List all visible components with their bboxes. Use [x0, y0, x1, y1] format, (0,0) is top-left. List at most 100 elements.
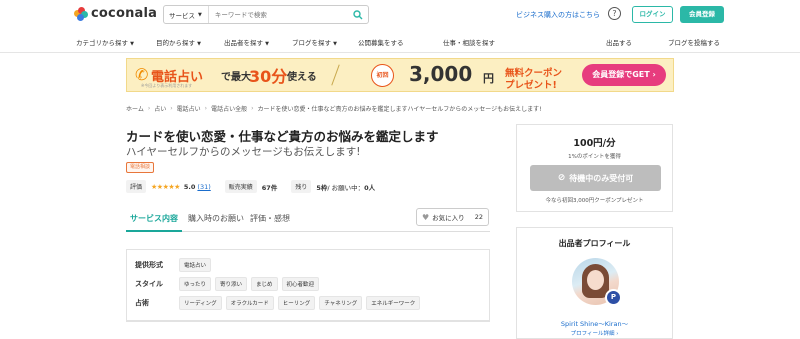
- favorite-button[interactable]: ♥ お気に入り 22: [416, 208, 489, 226]
- spec-row-method: 占術 リーディング オラクルカード ヒーリング チャネリング エネルギーワーク: [135, 296, 424, 310]
- chevron-down-icon: ▼: [265, 41, 269, 47]
- search-category-label: サービス: [169, 11, 195, 20]
- spec-chip: まじめ: [251, 277, 278, 291]
- favorite-label: お気に入り: [432, 214, 465, 222]
- spec-chip: 初心者歓迎: [281, 277, 320, 291]
- spec-label: 占術: [135, 299, 149, 307]
- rating-value: 5.0: [183, 182, 196, 191]
- spec-chip: リーディング: [179, 296, 222, 310]
- nav-item-sell[interactable]: 出品する: [606, 37, 632, 47]
- logo-text: coconala: [91, 6, 158, 21]
- search-category-select[interactable]: サービス ▼: [164, 6, 209, 23]
- search-icon: [353, 9, 363, 19]
- remaining-slots: 5枠: [316, 183, 328, 192]
- nav-label: ブログを探す: [292, 39, 331, 47]
- search-bar: サービス ▼: [163, 5, 369, 24]
- spec-label: 提供形式: [135, 261, 163, 269]
- profile-details-link[interactable]: プロフィール詳細 ›: [517, 329, 672, 337]
- chevron-right-icon: ›: [251, 105, 254, 112]
- chevron-right-icon: ›: [147, 105, 151, 112]
- chevron-right-icon: ›: [204, 105, 208, 112]
- waiting-count: 0人: [364, 183, 376, 192]
- heart-icon: ♥: [422, 212, 430, 222]
- avatar-face: [587, 270, 604, 290]
- logo[interactable]: coconala: [74, 6, 157, 21]
- breadcrumb: ホーム › 占い › 電話占い › 電話占い全般 › カードを使い恋愛・仕事など…: [126, 104, 542, 113]
- page-subtitle: ハイヤーセルフからのメッセージもお伝えします!: [126, 146, 361, 158]
- nav-item-blog[interactable]: ブログを探す ▼: [292, 37, 337, 47]
- spec-chip: エネルギーワーク: [366, 296, 421, 310]
- nav-label: カテゴリから探す: [76, 39, 128, 47]
- nav-item-public-request[interactable]: 公開募集をする: [358, 37, 404, 47]
- spec-label: スタイル: [135, 280, 163, 288]
- top-header: coconala サービス ▼ ビジネス購入の方はこちら ? ログイン 会員登録: [0, 0, 800, 30]
- banner-headline-2: で最大: [221, 72, 251, 83]
- tab-service-details[interactable]: サービス内容: [130, 213, 178, 224]
- chevron-down-icon: ▼: [333, 41, 337, 47]
- spec-chip: ゆったり: [179, 277, 212, 291]
- banner-coupon-line2: プレゼント!: [505, 80, 557, 91]
- breadcrumb-item[interactable]: ホーム: [126, 104, 144, 113]
- banner-yen: 円: [483, 72, 494, 85]
- block-icon: ⊘: [557, 173, 566, 183]
- chevron-down-icon: ▼: [130, 41, 134, 47]
- spec-chip: 寄り添い: [215, 277, 248, 291]
- sales-count: 67件: [261, 183, 278, 192]
- tab-purchase-notes[interactable]: 購入時のお願い: [188, 213, 244, 224]
- signup-button[interactable]: 会員登録: [680, 6, 724, 23]
- login-button[interactable]: ログイン: [632, 6, 673, 23]
- seller-name[interactable]: Spirit Shine〜Kiran〜: [517, 318, 672, 328]
- sales-label: 販売実績: [224, 180, 257, 193]
- banner-cta-button[interactable]: 会員登録でGET ›: [582, 64, 666, 86]
- main-nav: カテゴリから探す ▼ 目的から探す ▼ 出品者を探す ▼ ブログを探す ▼ 公開…: [0, 30, 800, 53]
- banner-amount: 3,000: [409, 62, 473, 86]
- breadcrumb-current: カードを使い恋愛・仕事など貴方のお悩みを鑑定しますハイヤーセルフからのメッセージ…: [257, 106, 542, 113]
- page-title: カードを使い恋愛・仕事など貴方のお悩みを鑑定します: [126, 129, 439, 144]
- active-tab-indicator: [126, 230, 182, 232]
- points-note: 1%のポイントを獲得: [568, 154, 621, 160]
- breadcrumb-item[interactable]: 占い: [154, 104, 166, 113]
- coupon-note: 今なら初回3,000円クーポンプレゼント: [545, 198, 644, 204]
- promo-banner[interactable]: ✆ 電話占い で最大 30分 使える ※今回より表示利用されます 初回 3,00…: [126, 58, 674, 92]
- business-purchase-link[interactable]: ビジネス購入の方はこちら: [516, 10, 600, 20]
- standby-only-button[interactable]: ⊘ 待機中のみ受付可: [530, 165, 661, 191]
- standby-button-label: 待機中のみ受付可: [569, 173, 634, 183]
- spec-chip: チャネリング: [319, 296, 363, 310]
- spec-row-format: 提供形式 電話占い: [135, 258, 215, 272]
- breadcrumb-item[interactable]: 電話占い全般: [211, 104, 247, 113]
- nav-item-jobs[interactable]: 仕事・相談を探す: [443, 37, 495, 47]
- spec-chip: オラクルカード: [225, 296, 274, 310]
- nav-label: 目的から探す: [156, 39, 195, 47]
- remaining-label: 残り: [291, 180, 312, 193]
- nav-item-sellers[interactable]: 出品者を探す ▼: [224, 37, 269, 47]
- help-icon[interactable]: ?: [608, 7, 621, 20]
- seller-profile-card: 出品者プロフィール P Spirit Shine〜Kiran〜 プロフィール詳細…: [516, 227, 673, 339]
- banner-note: ※今回より表示利用されます: [141, 83, 193, 88]
- favorite-count: 22: [474, 213, 483, 221]
- spec-chip: ヒーリング: [277, 296, 316, 310]
- nav-item-post-blog[interactable]: ブログを投稿する: [668, 37, 720, 47]
- chevron-down-icon: ▼: [198, 11, 202, 18]
- divider: [126, 321, 490, 322]
- service-specs: 提供形式 電話占い スタイル ゆったり 寄り添い まじめ 初心者歓迎 占術 リー…: [126, 249, 490, 321]
- platinum-badge-icon: P: [605, 289, 622, 306]
- star-rating-icon: ★★★★★: [151, 182, 180, 191]
- chevron-down-icon: ▼: [197, 41, 201, 47]
- banner-headline-3: 30分: [249, 67, 288, 86]
- banner-divider: [331, 64, 340, 86]
- search-button[interactable]: [348, 6, 368, 23]
- service-tag: 電話相談: [126, 162, 155, 173]
- search-input[interactable]: [208, 10, 348, 19]
- tab-reviews[interactable]: 評価・感想: [250, 213, 290, 224]
- service-meta: 評価 ★★★★★ 5.0 (31) 販売実績 67件 残り 5枠 / お願い中：…: [126, 180, 375, 193]
- review-count-link[interactable]: (31): [197, 183, 210, 191]
- waiting-label: / お願い中：: [327, 183, 365, 192]
- rating-label: 評価: [126, 180, 147, 193]
- banner-headline-4: 使える: [287, 72, 317, 83]
- spec-row-style: スタイル ゆったり 寄り添い まじめ 初心者歓迎: [135, 277, 323, 291]
- spec-chip: 電話占い: [179, 258, 212, 272]
- nav-item-purpose[interactable]: 目的から探す ▼: [156, 37, 201, 47]
- breadcrumb-item[interactable]: 電話占い: [177, 104, 201, 113]
- nav-item-category[interactable]: カテゴリから探す ▼: [76, 37, 134, 47]
- profile-title: 出品者プロフィール: [558, 239, 631, 248]
